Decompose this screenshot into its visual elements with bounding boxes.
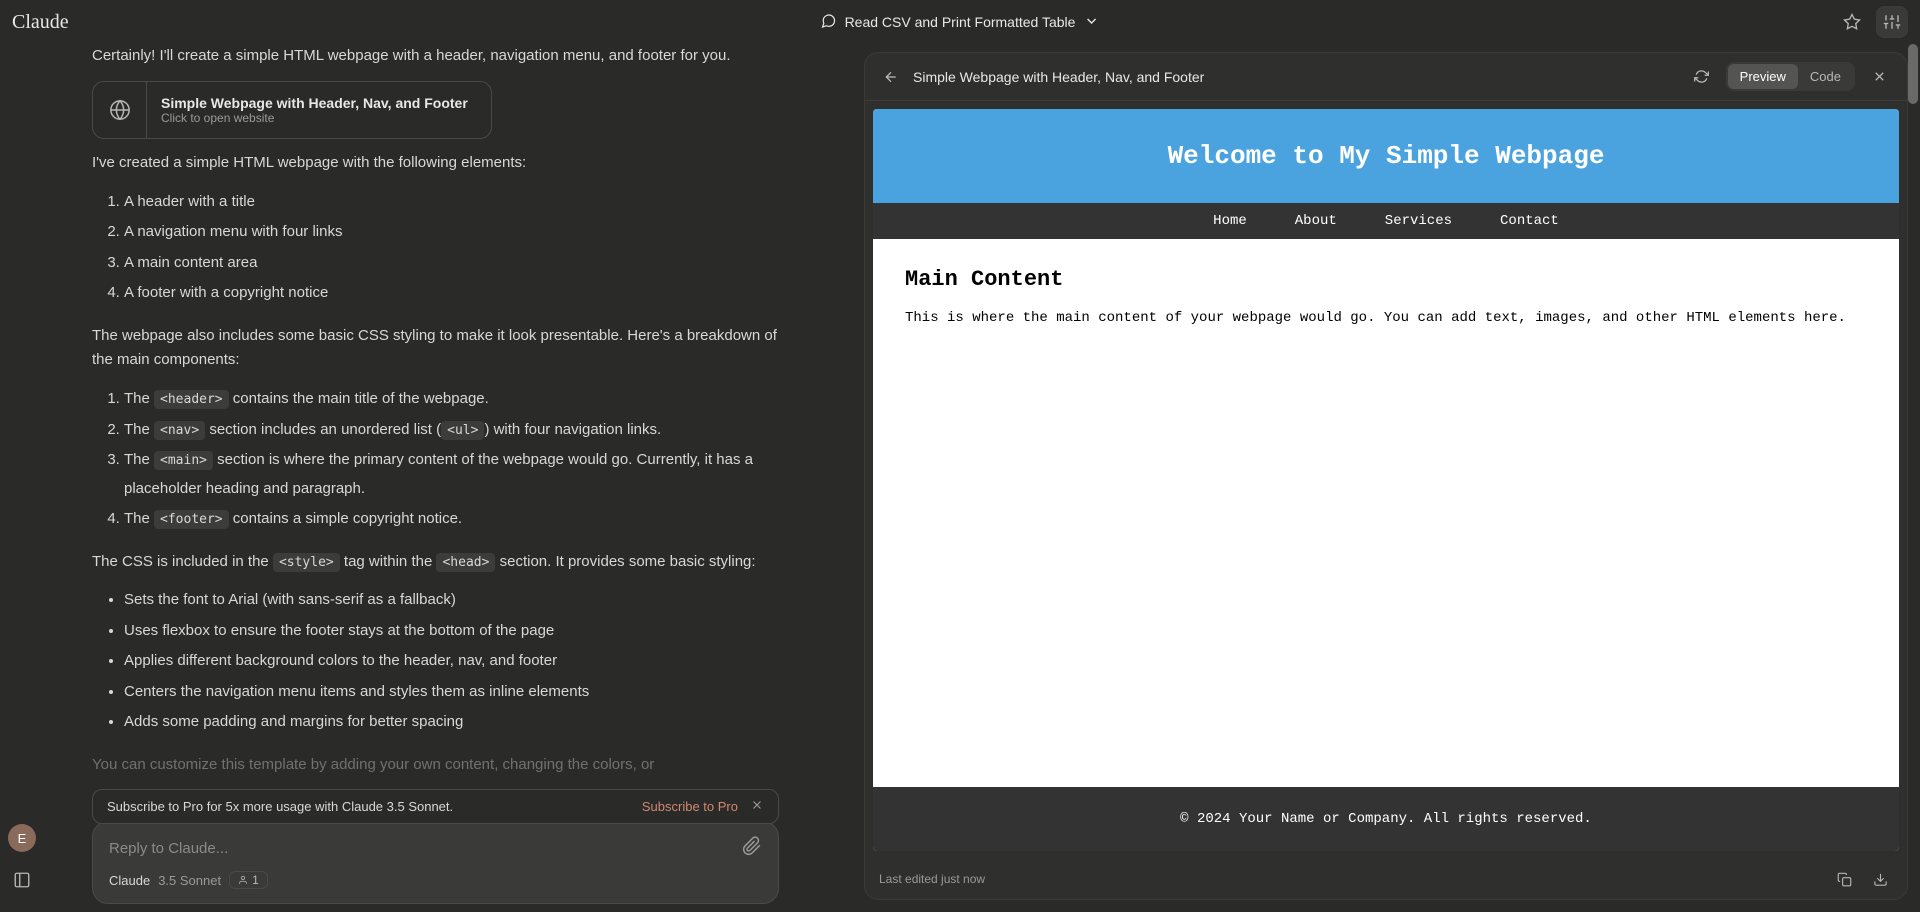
upsell-banner: Subscribe to Pro for 5x more usage with … [92, 789, 779, 824]
assistant-text: Certainly! I'll create a simple HTML web… [92, 44, 779, 69]
sidebar-toggle-button[interactable] [6, 864, 38, 896]
download-button[interactable] [1867, 866, 1893, 892]
code-inline: <footer> [154, 510, 229, 529]
list-item: A footer with a copyright notice [124, 279, 779, 308]
close-icon[interactable] [750, 798, 764, 815]
preview-nav-item[interactable]: Services [1385, 213, 1452, 229]
preview-main-heading: Main Content [905, 267, 1867, 292]
artifact-card-title: Simple Webpage with Header, Nav, and Foo… [161, 95, 468, 111]
preview-main-text: This is where the main content of your w… [905, 310, 1867, 326]
list-item: Applies different background colors to t… [124, 647, 779, 676]
attachment-count[interactable]: 1 [229, 871, 268, 889]
user-avatar[interactable]: E [8, 824, 36, 852]
list-item: Centers the navigation menu items and st… [124, 678, 779, 707]
components-list: The <header> contains the main title of … [124, 385, 779, 534]
assistant-text: The webpage also includes some basic CSS… [92, 324, 779, 374]
close-button[interactable] [1865, 63, 1893, 91]
list-item: A main content area [124, 249, 779, 278]
app-logo[interactable]: Claude [12, 11, 69, 34]
list-item: Uses flexbox to ensure the footer stays … [124, 617, 779, 646]
list-item: A header with a title [124, 188, 779, 217]
model-name[interactable]: Claude [109, 873, 150, 888]
artifact-panel: Simple Webpage with Header, Nav, and Foo… [864, 52, 1908, 900]
input-placeholder: Reply to Claude... [109, 840, 228, 857]
list-item: Adds some padding and margins for better… [124, 708, 779, 737]
preview-header: Welcome to My Simple Webpage [873, 109, 1899, 203]
chevron-down-icon [1083, 13, 1099, 32]
artifact-panel-title: Simple Webpage with Header, Nav, and Foo… [913, 69, 1678, 85]
artifact-card[interactable]: Simple Webpage with Header, Nav, and Foo… [92, 81, 492, 139]
model-version: 3.5 Sonnet [158, 873, 221, 888]
conversation-title-text: Read CSV and Print Formatted Table [845, 14, 1076, 30]
preview-nav: Home About Services Contact [873, 203, 1899, 239]
assistant-text: The CSS is included in the <style> tag w… [92, 550, 779, 575]
scrollbar-thumb[interactable] [1908, 44, 1918, 104]
assistant-text: You can customize this template by addin… [92, 753, 779, 778]
back-button[interactable] [879, 65, 903, 89]
attachment-icon[interactable] [742, 836, 762, 861]
conversation-title[interactable]: Read CSV and Print Formatted Table [821, 13, 1100, 32]
styling-list: Sets the font to Arial (with sans-serif … [124, 586, 779, 737]
code-inline: <ul> [441, 421, 484, 440]
view-toggle: Preview Code [1726, 62, 1855, 91]
globe-icon [93, 82, 147, 138]
copy-button[interactable] [1831, 866, 1857, 892]
upsell-text: Subscribe to Pro for 5x more usage with … [107, 799, 453, 814]
preview-footer: © 2024 Your Name or Company. All rights … [873, 787, 1899, 851]
code-inline: <head> [436, 553, 495, 572]
list-item: The <main> section is where the primary … [124, 446, 779, 503]
preview-tab[interactable]: Preview [1728, 64, 1798, 89]
settings-button[interactable] [1876, 6, 1908, 38]
preview-main: Main Content This is where the main cont… [873, 239, 1899, 787]
code-inline: <nav> [154, 421, 205, 440]
code-inline: <style> [273, 553, 340, 572]
chat-icon [821, 13, 837, 32]
list-item: Sets the font to Arial (with sans-serif … [124, 586, 779, 615]
list-item: The <header> contains the main title of … [124, 385, 779, 414]
code-inline: <main> [154, 451, 213, 470]
list-item: A navigation menu with four links [124, 218, 779, 247]
elements-list: A header with a title A navigation menu … [124, 188, 779, 308]
preview-nav-item[interactable]: About [1295, 213, 1337, 229]
last-edited-text: Last edited just now [879, 872, 985, 886]
list-item: The <nav> section includes an unordered … [124, 416, 779, 445]
preview-frame: Welcome to My Simple Webpage Home About … [873, 109, 1899, 851]
preview-nav-item[interactable]: Home [1213, 213, 1247, 229]
preview-nav-item[interactable]: Contact [1500, 213, 1559, 229]
refresh-button[interactable] [1688, 63, 1716, 91]
list-item: The <footer> contains a simple copyright… [124, 505, 779, 534]
scrollbar[interactable] [1908, 44, 1918, 912]
code-tab[interactable]: Code [1798, 64, 1853, 89]
code-inline: <header> [154, 390, 229, 409]
subscribe-link[interactable]: Subscribe to Pro [642, 799, 738, 814]
star-button[interactable] [1836, 6, 1868, 38]
message-input[interactable]: Reply to Claude... Claude 3.5 Sonnet 1 [92, 821, 779, 904]
assistant-text: I've created a simple HTML webpage with … [92, 151, 779, 176]
artifact-card-subtitle: Click to open website [161, 111, 468, 125]
